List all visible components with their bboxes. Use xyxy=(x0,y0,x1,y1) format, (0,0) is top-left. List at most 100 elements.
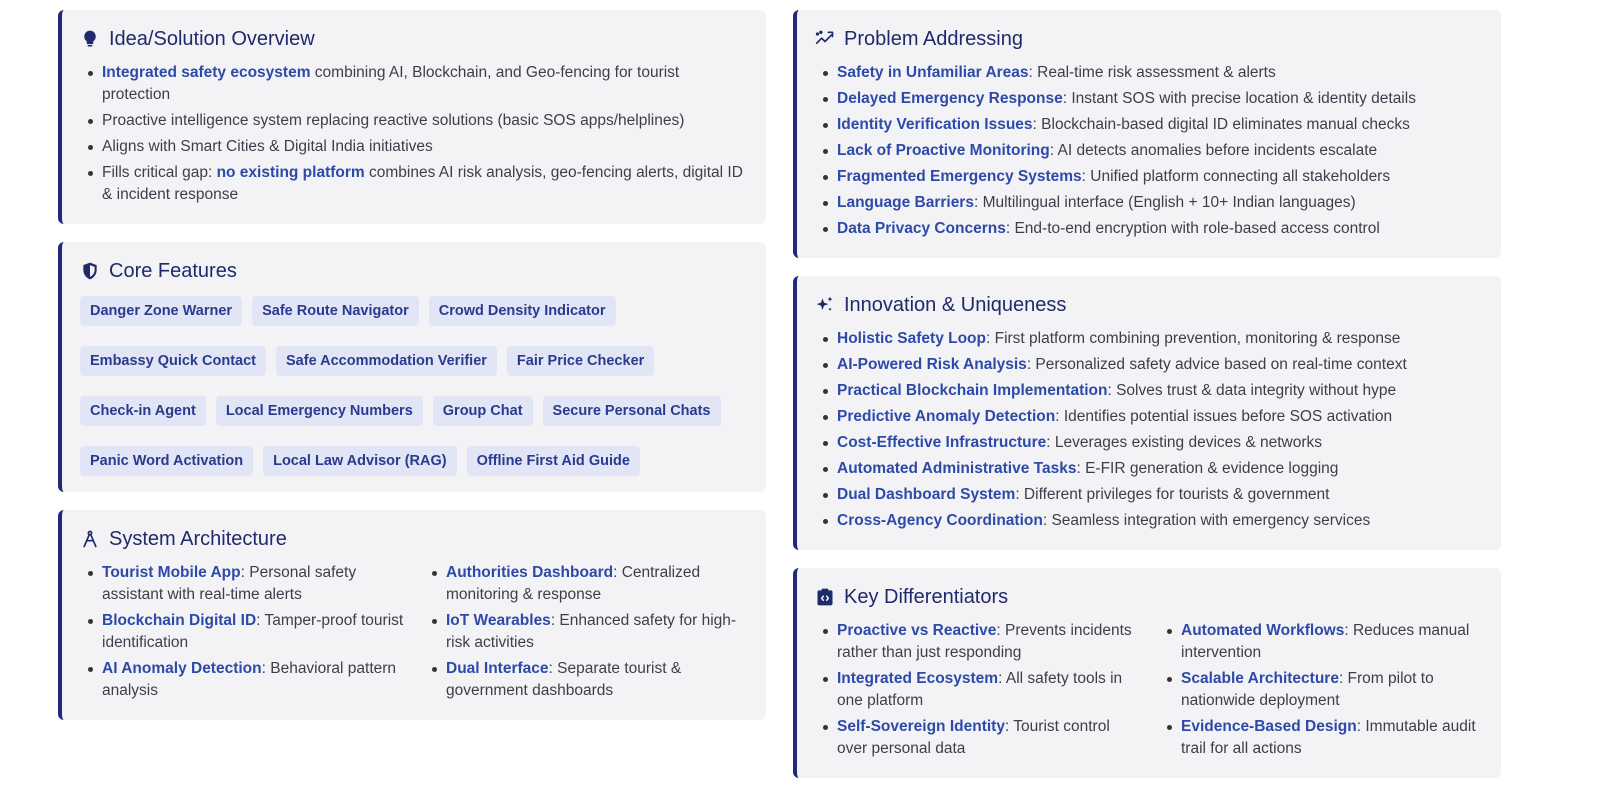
list-item-highlight: Cross-Agency Coordination xyxy=(837,512,1043,529)
feature-tag: Panic Word Activation xyxy=(80,446,254,476)
list-item-highlight: Automated Administrative Tasks xyxy=(837,460,1077,477)
list-item: Aligns with Smart Cities & Digital India… xyxy=(88,136,748,158)
list-item-highlight: Safety in Unfamiliar Areas xyxy=(837,64,1029,81)
list-item: Automated Workflows: Reduces manual inte… xyxy=(1167,620,1483,664)
list-item-text: : Different privileges for tourists & go… xyxy=(1015,486,1330,503)
list-item: Language Barriers: Multilingual interfac… xyxy=(823,192,1483,214)
list-item: Dual Dashboard System: Different privile… xyxy=(823,484,1483,506)
clipboard-code-icon xyxy=(815,587,835,607)
list-item-text: : AI detects anomalies before incidents … xyxy=(1049,142,1378,159)
list-item-highlight: Integrated Ecosystem xyxy=(837,670,999,687)
list-item-highlight: Identity Verification Issues xyxy=(837,116,1033,133)
list-item-highlight: AI Anomaly Detection xyxy=(102,660,262,677)
architecture-columns: Tourist Mobile App: Personal safety assi… xyxy=(80,562,748,706)
system-architecture-card-title: System Architecture xyxy=(80,526,748,552)
list-item: Proactive intelligence system replacing … xyxy=(88,110,748,132)
list-item-text: : Personalized safety advice based on re… xyxy=(1026,356,1407,373)
list-item: Scalable Architecture: From pilot to nat… xyxy=(1167,668,1483,712)
list-item: AI-Powered Risk Analysis: Personalized s… xyxy=(823,354,1483,376)
feature-tag: Safe Accommodation Verifier xyxy=(276,346,497,376)
list-item-highlight: no existing platform xyxy=(216,164,365,181)
sparkles-icon xyxy=(815,295,835,315)
list-item: Evidence-Based Design: Immutable audit t… xyxy=(1167,716,1483,760)
list-item: Integrated Ecosystem: All safety tools i… xyxy=(823,668,1139,712)
list-item: Holistic Safety Loop: First platform com… xyxy=(823,328,1483,350)
list-item-highlight: Holistic Safety Loop xyxy=(837,330,986,347)
idea-title-text: Idea/Solution Overview xyxy=(109,27,315,50)
list-item-text: : Seamless integration with emergency se… xyxy=(1042,512,1371,529)
list-item: Predictive Anomaly Detection: Identifies… xyxy=(823,406,1483,428)
feature-tag: Fair Price Checker xyxy=(506,346,655,376)
list-item: Authorities Dashboard: Centralized monit… xyxy=(432,562,748,606)
list-item: Automated Administrative Tasks: E-FIR ge… xyxy=(823,458,1483,480)
differentiators-card-title: Key Differentiators xyxy=(815,584,1483,610)
left-column: Idea/Solution Overview Integrated safety… xyxy=(58,10,766,720)
list-item: Blockchain Digital ID: Tamper-proof tour… xyxy=(88,610,404,654)
list-item-text: : Solves trust & data integrity without … xyxy=(1107,382,1397,399)
list-item-highlight: Proactive vs Reactive xyxy=(837,622,997,639)
list-item-text: Proactive intelligence system replacing … xyxy=(102,112,685,129)
list-item-text: : Real-time risk assessment & alerts xyxy=(1028,64,1276,81)
list-item-text: : Multilingual interface (English + 10+ … xyxy=(973,194,1356,211)
list-item: Identity Verification Issues: Blockchain… xyxy=(823,114,1483,136)
list-item: Fills critical gap: no existing platform… xyxy=(88,162,748,206)
list-item-highlight: Dual Interface xyxy=(446,660,549,677)
feature-tag: Embassy Quick Contact xyxy=(80,346,266,376)
list-item-text: : Blockchain-based digital ID eliminates… xyxy=(1032,116,1410,133)
list-item: IoT Wearables: Enhanced safety for high-… xyxy=(432,610,748,654)
differentiators-list-left: Proactive vs Reactive: Prevents incident… xyxy=(815,620,1139,764)
differentiators-columns: Proactive vs Reactive: Prevents incident… xyxy=(815,620,1483,764)
list-item-highlight: Scalable Architecture xyxy=(1181,670,1339,687)
problem-card-title: Problem Addressing xyxy=(815,26,1483,52)
core-features-card: Core Features Danger Zone Warner Safe Ro… xyxy=(58,242,766,492)
core-features-title-text: Core Features xyxy=(109,259,237,282)
differentiators-title-text: Key Differentiators xyxy=(844,585,1009,608)
architecture-list-left: Tourist Mobile App: Personal safety assi… xyxy=(80,562,404,706)
list-item-highlight: Tourist Mobile App xyxy=(102,564,241,581)
list-item-highlight: AI-Powered Risk Analysis xyxy=(837,356,1027,373)
list-item-highlight: IoT Wearables xyxy=(446,612,551,629)
list-item-highlight: Cost-Effective Infrastructure xyxy=(837,434,1047,451)
feature-tag-list: Danger Zone Warner Safe Route Navigator … xyxy=(80,294,748,478)
list-item: Safety in Unfamiliar Areas: Real-time ri… xyxy=(823,62,1483,84)
list-item-highlight: Predictive Anomaly Detection xyxy=(837,408,1056,425)
idea-card: Idea/Solution Overview Integrated safety… xyxy=(58,10,766,224)
feature-tag: Check-in Agent xyxy=(80,396,206,426)
list-item-text: : Unified platform connecting all stakeh… xyxy=(1081,168,1391,185)
list-item-text: : Instant SOS with precise location & id… xyxy=(1062,90,1416,107)
list-item: Data Privacy Concerns: End-to-end encryp… xyxy=(823,218,1483,240)
core-features-card-title: Core Features xyxy=(80,258,748,284)
idea-card-title: Idea/Solution Overview xyxy=(80,26,748,52)
differentiators-card: Key Differentiators Proactive vs Reactiv… xyxy=(793,568,1501,778)
innovation-card: Innovation & Uniqueness Holistic Safety … xyxy=(793,276,1501,550)
list-item-highlight: Integrated safety ecosystem xyxy=(102,64,311,81)
list-item-highlight: Delayed Emergency Response xyxy=(837,90,1063,107)
list-item-highlight: Data Privacy Concerns xyxy=(837,220,1006,237)
list-item-highlight: Dual Dashboard System xyxy=(837,486,1016,503)
innovation-card-title: Innovation & Uniqueness xyxy=(815,292,1483,318)
list-item-text: : Identifies potential issues before SOS… xyxy=(1055,408,1393,425)
compass-icon xyxy=(80,529,100,549)
list-item-highlight: Practical Blockchain Implementation xyxy=(837,382,1108,399)
problem-title-text: Problem Addressing xyxy=(844,27,1023,50)
lightbulb-icon xyxy=(80,29,100,49)
list-item-text: : E-FIR generation & evidence logging xyxy=(1076,460,1339,477)
list-item: Cost-Effective Infrastructure: Leverages… xyxy=(823,432,1483,454)
list-item-highlight: Fragmented Emergency Systems xyxy=(837,168,1082,185)
list-item: Lack of Proactive Monitoring: AI detects… xyxy=(823,140,1483,162)
system-architecture-card: System Architecture Tourist Mobile App: … xyxy=(58,510,766,720)
architecture-list-right: Authorities Dashboard: Centralized monit… xyxy=(424,562,748,706)
list-item-text: : First platform combining prevention, m… xyxy=(986,330,1401,347)
feature-tag: Group Chat xyxy=(432,396,533,426)
list-item-highlight: Evidence-Based Design xyxy=(1181,718,1357,735)
feature-tag: Local Emergency Numbers xyxy=(215,396,423,426)
feature-tag: Danger Zone Warner xyxy=(80,296,243,326)
list-item: Tourist Mobile App: Personal safety assi… xyxy=(88,562,404,606)
system-architecture-title-text: System Architecture xyxy=(109,527,287,550)
list-item: AI Anomaly Detection: Behavioral pattern… xyxy=(88,658,404,702)
list-item-highlight: Lack of Proactive Monitoring xyxy=(837,142,1050,159)
list-item-highlight: Self-Sovereign Identity xyxy=(837,718,1005,735)
list-item-highlight: Automated Workflows xyxy=(1181,622,1345,639)
list-item: Practical Blockchain Implementation: Sol… xyxy=(823,380,1483,402)
right-column: Problem Addressing Safety in Unfamiliar … xyxy=(793,10,1501,778)
